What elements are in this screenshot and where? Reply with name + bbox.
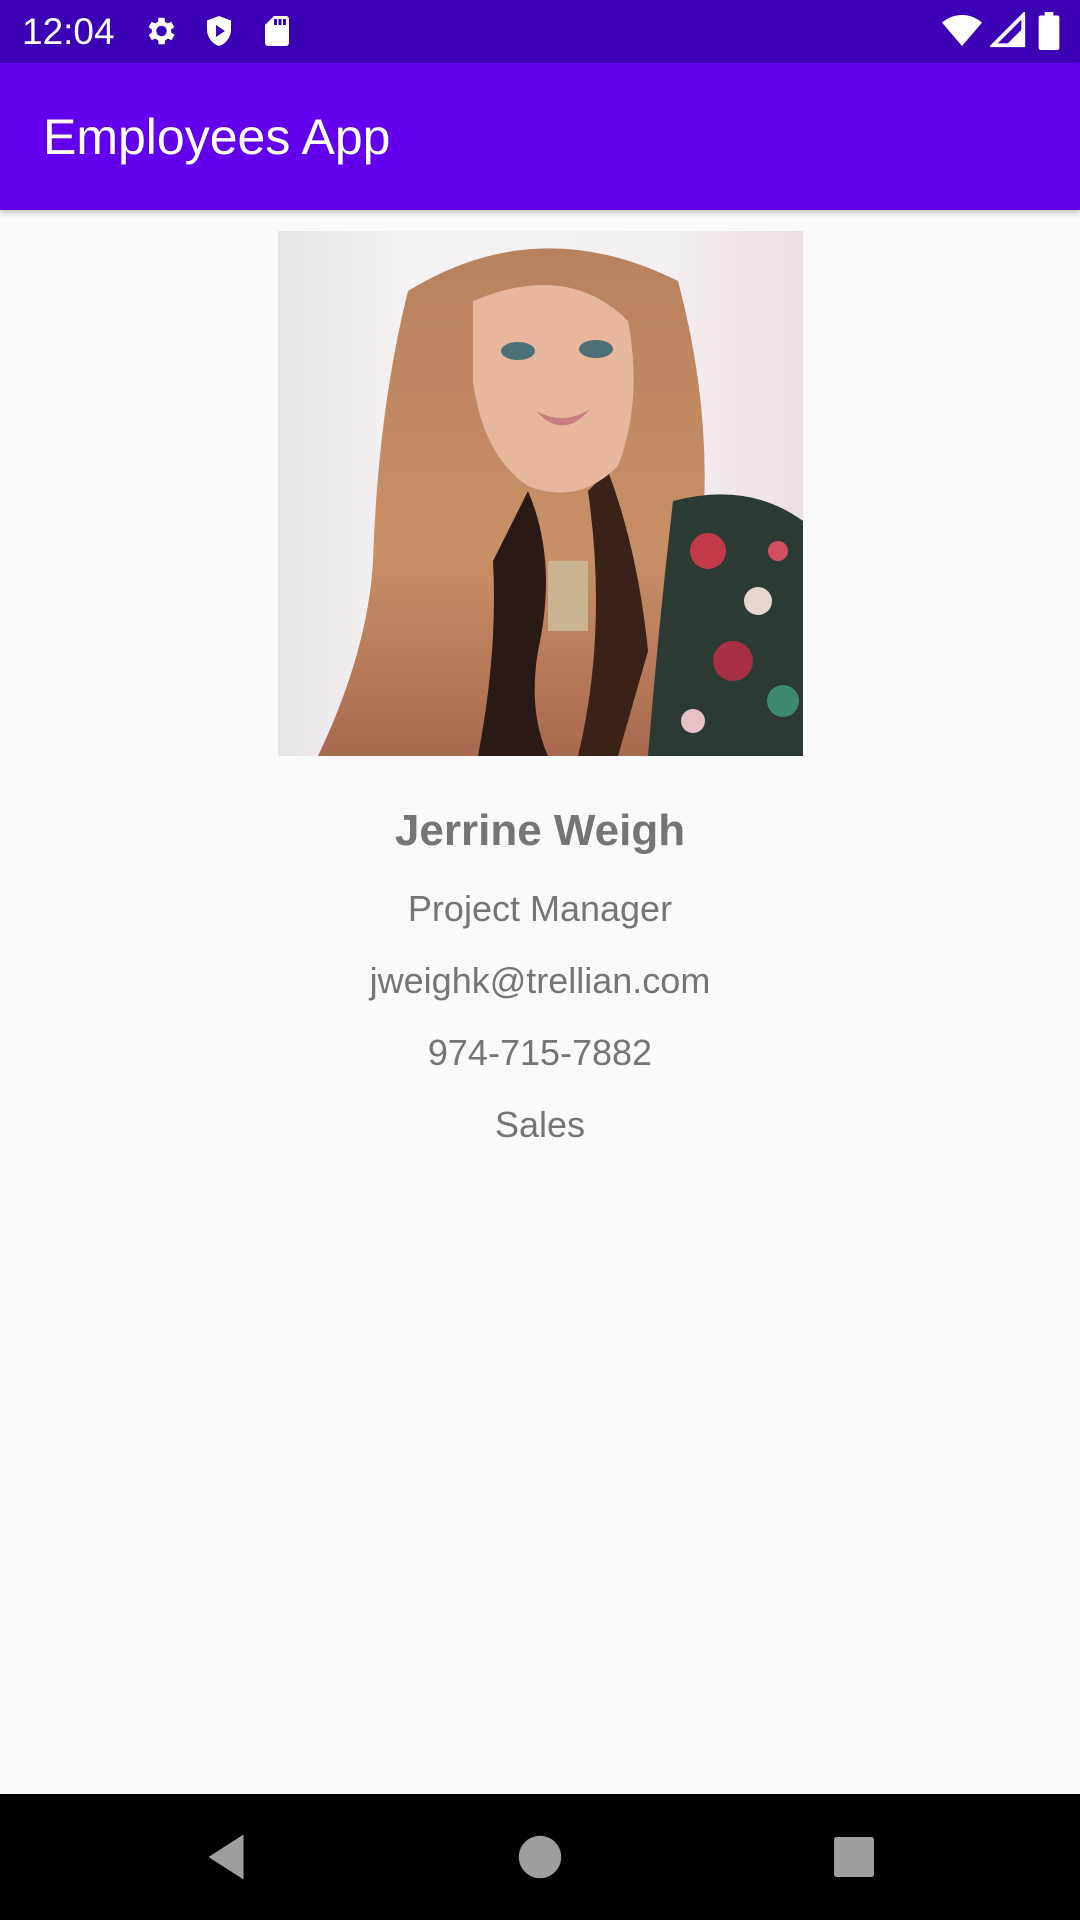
- home-icon[interactable]: [510, 1827, 570, 1887]
- employee-title: Project Manager: [407, 888, 673, 929]
- navigation-bar: [0, 1794, 1080, 1920]
- back-icon[interactable]: [196, 1827, 256, 1887]
- employee-email[interactable]: jweighk@trellian.com: [0, 958, 1080, 1004]
- employee-phone[interactable]: 974-715-7882: [0, 1030, 1080, 1076]
- sd-card-icon: [259, 13, 295, 49]
- recents-icon[interactable]: [824, 1827, 884, 1887]
- employee-department: Sales: [494, 1104, 586, 1145]
- gear-icon: [142, 13, 178, 49]
- shield-icon: [201, 13, 237, 49]
- app-bar: Employees App: [0, 63, 1080, 210]
- status-bar: 12:04: [0, 0, 1080, 63]
- status-time: 12:04: [22, 11, 115, 52]
- employee-photo: [278, 231, 803, 756]
- wifi-icon: [942, 11, 982, 51]
- battery-icon: [1038, 12, 1060, 50]
- employee-name: Jerrine Weigh: [394, 806, 686, 855]
- signal-icon: [990, 12, 1028, 50]
- employee-detail-screen: 12:04 Employees App Jerrine Weigh Projec…: [0, 0, 1080, 1920]
- app-title: Employees App: [43, 109, 391, 165]
